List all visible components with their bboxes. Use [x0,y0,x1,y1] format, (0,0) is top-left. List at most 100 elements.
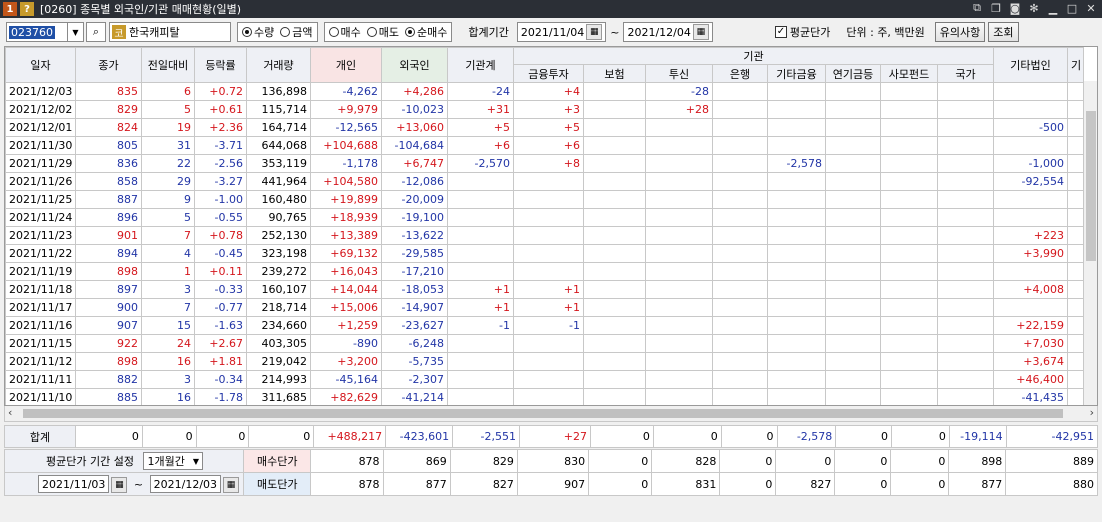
stock-code-input[interactable]: 023760 [6,22,68,42]
date-to-input[interactable]: 2021/12/04 ▦ [623,22,713,42]
col-header-foreign[interactable]: 외국인 [381,47,448,83]
cell-change: 16 [141,388,195,405]
table-row[interactable]: 2021/11/12 898 16 +1.81 219,042 +3,200 -5,735 +… [5,352,1084,371]
cell-inst-total [447,262,514,281]
cell-private [880,316,938,335]
scroll-left-icon[interactable]: ‹ [8,406,12,419]
col-header-rate[interactable]: 등락률 [194,47,247,83]
cell-change: 6 [141,82,195,101]
table-row[interactable]: 2021/12/02 829 5 +0.61 115,714 +9,979 -10,023 +… [5,100,1084,119]
summary-nation: -19,114 [948,425,1007,448]
cell-fin: -1 [513,316,584,335]
close-icon[interactable]: ✕ [1084,1,1098,15]
scroll-thumb[interactable] [23,409,1063,418]
trading-grid: 일자 종가 전일대비 등락률 거래량 개인 외국인 기관계 기관 기타법인 기 … [4,46,1098,406]
cell-ins [583,244,646,263]
col-header-bank[interactable]: 은행 [712,64,768,83]
col-header-volume[interactable]: 거래량 [246,47,311,83]
calendar-icon[interactable]: ▦ [586,24,603,40]
col-header-close[interactable]: 종가 [75,47,142,83]
notice-button[interactable]: 유의사항 [934,22,986,42]
cell-more [1067,298,1084,317]
copy-icon[interactable]: ❐ [989,1,1003,15]
col-header-fin[interactable]: 금융투자 [513,64,584,83]
cell-foreign: -18,053 [381,280,448,299]
cell-pension [825,316,881,335]
cell-change: 7 [141,298,195,317]
search-icon[interactable]: ⌕ [86,22,106,42]
cell-individual: +19,899 [310,190,382,209]
cell-more [1067,334,1084,353]
cell-foreign: -10,023 [381,100,448,119]
camera-icon[interactable]: ◙ [1008,1,1022,15]
help-icon[interactable]: ? [20,2,34,16]
table-row[interactable]: 2021/11/18 897 3 -0.33 160,107 +14,044 -18,053… [5,280,1084,299]
table-row[interactable]: 2021/11/24 896 5 -0.55 90,765 +18,939 -19,100 [5,208,1084,227]
scroll-thumb[interactable] [1086,111,1096,261]
table-row[interactable]: 2021/11/10 885 16 -1.78 311,685 +82,629 -41,21… [5,388,1084,405]
calendar-icon[interactable]: ▦ [111,476,128,493]
radio-sell[interactable]: 매도 [366,24,399,40]
radio-net-buy[interactable]: 순매수 [405,24,447,40]
col-header-nation[interactable]: 국가 [937,64,994,83]
summary-foreign: -423,601 [385,425,454,448]
summary-inst-total: -2,551 [452,425,520,448]
table-row[interactable]: 2021/11/29 836 22 -2.56 353,119 -1,178 +6,747-… [5,154,1084,173]
table-row[interactable]: 2021/12/01 824 19 +2.36 164,714 -12,565 +13,06… [5,118,1084,137]
table-row[interactable]: 2021/11/25 887 9 -1.00 160,480 +19,899 -20,009 [5,190,1084,209]
screen-number-icon[interactable]: 1 [3,2,17,16]
col-header-private[interactable]: 사모펀드 [880,64,938,83]
cell-foreign: -5,735 [381,352,448,371]
vertical-scrollbar[interactable] [1083,81,1097,405]
table-row[interactable]: 2021/11/17 900 7 -0.77 218,714 +15,006 -14,907… [5,298,1084,317]
minimize-icon[interactable]: ▁ [1046,1,1060,15]
cell-otherfin [767,370,826,389]
col-header-inst-total[interactable]: 기관계 [447,47,514,83]
calendar-icon[interactable]: ▦ [223,476,240,493]
cell-otherfin [767,262,826,281]
table-row[interactable]: 2021/11/11 882 3 -0.34 214,993 -45,164 -2,307 +… [5,370,1084,389]
col-header-otherfin[interactable]: 기타금융 [767,64,826,83]
avg-period-select[interactable]: 1개월간 ▼ [143,452,203,470]
table-row[interactable]: 2021/11/19 898 1 +0.11 239,272 +16,043 -17,210 [5,262,1084,281]
query-button[interactable]: 조회 [988,22,1019,42]
cell-trust [645,190,713,209]
table-row[interactable]: 2021/11/23 901 7 +0.78 252,130 +13,389 -13,622… [5,226,1084,245]
col-header-more[interactable]: 기 [1067,47,1084,83]
scroll-right-icon[interactable]: › [1090,406,1094,419]
radio-quantity[interactable]: 수량 [242,24,274,40]
col-header-trust[interactable]: 투신 [645,64,713,83]
avg-price-checkbox[interactable]: ✓ [774,26,787,38]
table-row[interactable]: 2021/11/16 907 15 -1.63 234,660 +1,259 -23,627… [5,316,1084,335]
horizontal-scrollbar[interactable]: ‹ › [4,406,1098,422]
calendar-icon[interactable]: ▦ [692,24,709,40]
date-from-input[interactable]: 2021/11/04 ▦ [516,22,607,42]
col-header-change[interactable]: 전일대비 [141,47,195,83]
avg-date-from-input[interactable]: 2021/11/03 [38,475,110,493]
table-row[interactable]: 2021/11/15 922 24 +2.67 403,305 -890 -6,248 +7,… [5,334,1084,353]
tilde: ~ [610,25,620,39]
cell-pension [825,244,881,263]
cell-rate: -0.33 [194,280,247,299]
cell-bank [712,82,768,101]
gear-icon[interactable]: ✻ [1027,1,1041,15]
col-header-pension[interactable]: 연기금등 [825,64,881,83]
radio-amount[interactable]: 금액 [280,24,313,40]
avg-date-to-input[interactable]: 2021/12/03 [149,475,222,493]
cell-other-corp [993,100,1068,119]
cell-foreign: -29,585 [381,244,448,263]
col-header-ins[interactable]: 보험 [583,64,646,83]
table-row[interactable]: 2021/11/26 858 29 -3.27 441,964 +104,580 -12,0… [5,172,1084,191]
col-header-date[interactable]: 일자 [5,47,76,83]
cell-foreign: -23,627 [381,316,448,335]
maximize-icon[interactable]: □ [1065,1,1079,15]
col-header-individual[interactable]: 개인 [310,47,382,83]
table-row[interactable]: 2021/12/03 835 6 +0.72 136,898 -4,262 +4,286 -2… [5,82,1084,101]
table-row[interactable]: 2021/11/30 805 31 -3.71 644,068 +104,688 -104,… [5,136,1084,155]
link-icon[interactable]: ⧉ [970,1,984,15]
radio-buy[interactable]: 매수 [328,24,361,40]
cell-ins [583,316,646,335]
chevron-down-icon[interactable]: ▼ [68,22,84,42]
col-header-other-corp[interactable]: 기타법인 [993,47,1068,83]
table-row[interactable]: 2021/11/22 894 4 -0.45 323,198 +69,132 -29,585… [5,244,1084,263]
